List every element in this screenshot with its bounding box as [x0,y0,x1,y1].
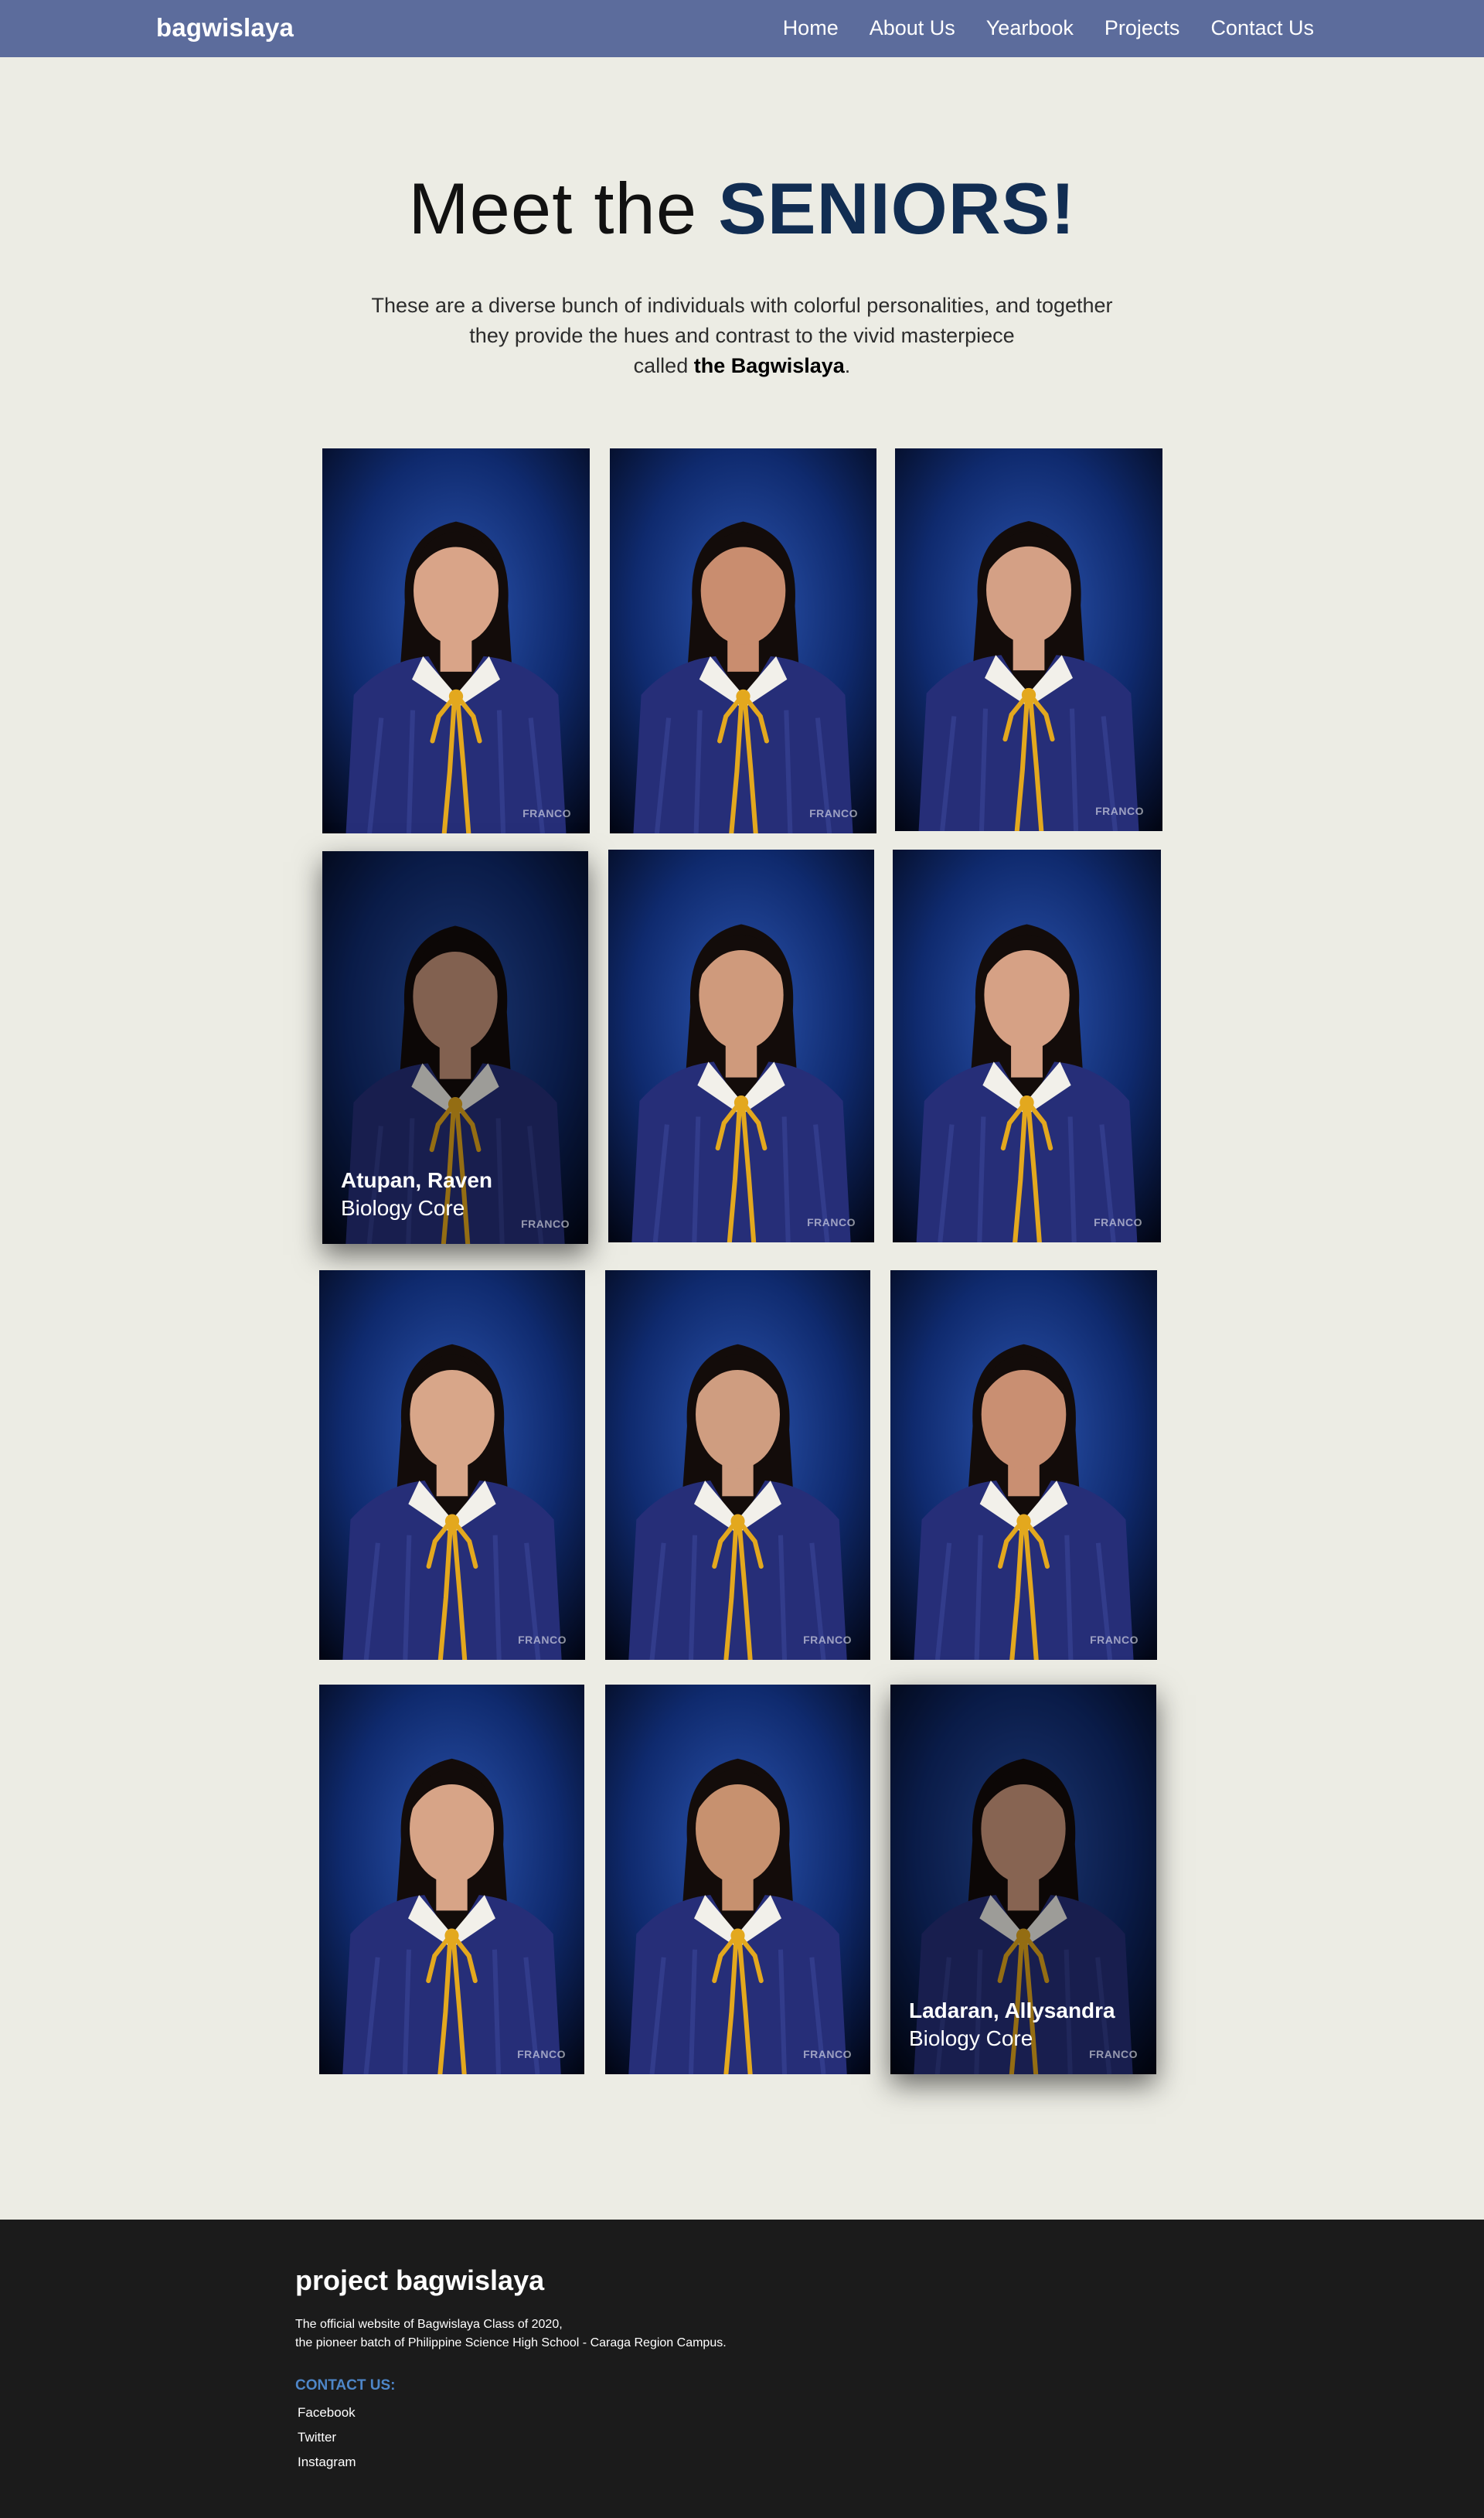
contact-label: CONTACT US: [295,2377,396,2394]
facebook-link[interactable]: Facebook [298,2400,356,2425]
nav-about-us[interactable]: About Us [870,15,955,41]
intro-line-3-suffix: . [844,354,851,377]
senior-card[interactable]: FRANCO [893,850,1161,1242]
senior-portrait-photo [608,850,874,1242]
photo-watermark: FRANCO [521,1218,570,1230]
senior-name: Atupan, Raven [341,1168,493,1192]
senior-track: Biology Core [341,1196,465,1220]
title-prefix: Meet the [408,168,719,249]
navbar: bagwislaya Home About Us Yearbook Projec… [0,0,1484,57]
instagram-link[interactable]: Instagram [298,2450,356,2475]
senior-caption: Ladaran, Allysandra Biology Core [909,1997,1115,2053]
senior-portrait-photo [893,850,1161,1242]
intro-line-2: they provide the hues and contrast to th… [469,324,1015,347]
intro-paragraph: These are a diverse bunch of individuals… [332,291,1152,381]
photo-watermark: FRANCO [1094,1216,1142,1228]
senior-card[interactable]: FRANCO [605,1270,870,1660]
senior-card[interactable]: FRANCO [610,448,876,833]
brand-logo[interactable]: bagwislaya [156,13,294,43]
nav-projects[interactable]: Projects [1104,15,1180,41]
senior-card[interactable]: FRANCO [608,850,874,1242]
title-accent: SENIORS! [718,168,1076,249]
senior-portrait-photo [605,1685,870,2074]
senior-name: Ladaran, Allysandra [909,1998,1115,2022]
photo-watermark: FRANCO [803,1634,852,1646]
footer-desc-line-2: the pioneer batch of Philippine Science … [295,2336,727,2349]
senior-caption: Atupan, Raven Biology Core [341,1167,492,1222]
senior-card[interactable]: FRANCO Ladaran, Allysandra Biology Core [890,1685,1156,2074]
senior-card[interactable]: FRANCO [319,1270,585,1660]
photo-watermark: FRANCO [522,807,571,819]
senior-card[interactable]: FRANCO [890,1270,1157,1660]
photo-watermark: FRANCO [809,807,858,819]
intro-line-3-prefix: called [633,354,694,377]
senior-portrait-photo [610,448,876,833]
senior-track: Biology Core [909,2026,1033,2050]
footer-description: The official website of Bagwislaya Class… [295,2315,914,2353]
senior-portrait-photo [605,1270,870,1660]
senior-portrait-photo [890,1270,1157,1660]
senior-portrait-photo [322,448,590,833]
senior-portrait-photo [319,1270,585,1660]
page-title: Meet the SENIORS! [0,162,1484,255]
senior-card[interactable]: FRANCO [605,1685,870,2074]
senior-card[interactable]: FRANCO Atupan, Raven Biology Core [322,851,588,1244]
photo-watermark: FRANCO [1090,1634,1139,1646]
nav-home[interactable]: Home [783,15,839,41]
nav-yearbook[interactable]: Yearbook [986,15,1074,41]
twitter-link[interactable]: Twitter [298,2425,356,2450]
photo-watermark: FRANCO [518,1634,567,1646]
photo-watermark: FRANCO [517,2048,566,2060]
footer-title: project bagwislaya [295,2264,545,2296]
photo-watermark: FRANCO [807,1216,856,1228]
intro-line-3-bold: the Bagwislaya [693,354,845,377]
footer-desc-line-1: The official website of Bagwislaya Class… [295,2318,563,2331]
senior-card[interactable]: FRANCO [895,448,1162,831]
photo-watermark: FRANCO [803,2048,852,2060]
photo-watermark: FRANCO [1095,805,1144,817]
nav-contact-us[interactable]: Contact Us [1210,15,1314,41]
footer: project bagwislaya The official website … [0,2220,1484,2518]
senior-card[interactable]: FRANCO [319,1685,584,2074]
senior-portrait-photo [319,1685,584,2074]
senior-card[interactable]: FRANCO [322,448,590,833]
nav-links: Home About Us Yearbook Projects Contact … [783,15,1314,41]
senior-portrait-photo [895,448,1162,831]
footer-social-links: Facebook Twitter Instagram [298,2400,356,2475]
intro-line-1: These are a diverse bunch of individuals… [371,294,1113,317]
